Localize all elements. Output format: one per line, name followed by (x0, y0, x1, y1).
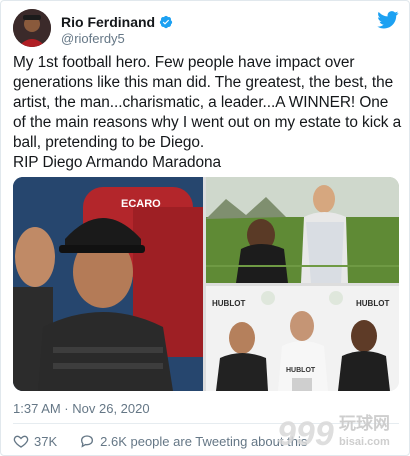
photo-training-pitch[interactable] (206, 177, 399, 283)
verified-badge-icon (159, 15, 173, 29)
sponsor-text-2: HUBLOT (356, 299, 389, 308)
avatar-image (13, 9, 51, 47)
tweet-card: Rio Ferdinand @rioferdy5 My 1st football… (0, 0, 410, 456)
display-name[interactable]: Rio Ferdinand (61, 14, 155, 30)
sponsor-text-1: HUBLOT (212, 299, 245, 308)
reply-bubble-icon (81, 435, 94, 448)
photo-3-image: HUBLOT HUBLOT HUBLOT (206, 286, 399, 391)
twitter-bird-icon[interactable] (377, 11, 399, 29)
media-grid: ECARO HUBLOT HUBLOT HUBLOT (13, 177, 399, 391)
tweet-header: Rio Ferdinand @rioferdy5 (13, 9, 399, 49)
name-row: Rio Ferdinand (61, 14, 173, 30)
photo-maradona-cap[interactable]: ECARO (13, 177, 203, 391)
sponsor-text-3: HUBLOT (286, 367, 316, 374)
site-watermark: 999 玩球网 bisai.com (277, 414, 390, 453)
watermark-text: 玩球网 (339, 414, 390, 434)
conversation-button[interactable]: 2.6K people are Tweeting about this (79, 433, 307, 449)
watermark-subtext: bisai.com (339, 436, 390, 448)
photo-hublot-event[interactable]: HUBLOT HUBLOT HUBLOT (206, 286, 399, 391)
like-button[interactable]: 37K (13, 433, 57, 449)
user-handle[interactable]: @rioferdy5 (61, 31, 125, 46)
tweet-actions: 37K 2.6K people are Tweeting about this (13, 431, 307, 451)
photo-1-image: ECARO (13, 177, 203, 391)
avatar[interactable] (13, 9, 51, 47)
tweet-text: My 1st football hero. Few people have im… (13, 54, 402, 171)
svg-text:999: 999 (277, 415, 334, 453)
seat-text: ECARO (121, 198, 161, 210)
photo-2-image (206, 177, 399, 283)
like-count: 37K (34, 433, 58, 449)
heart-icon (13, 435, 29, 448)
tweet-timestamp[interactable]: 1:37 AM · Nov 26, 2020 (13, 401, 150, 416)
